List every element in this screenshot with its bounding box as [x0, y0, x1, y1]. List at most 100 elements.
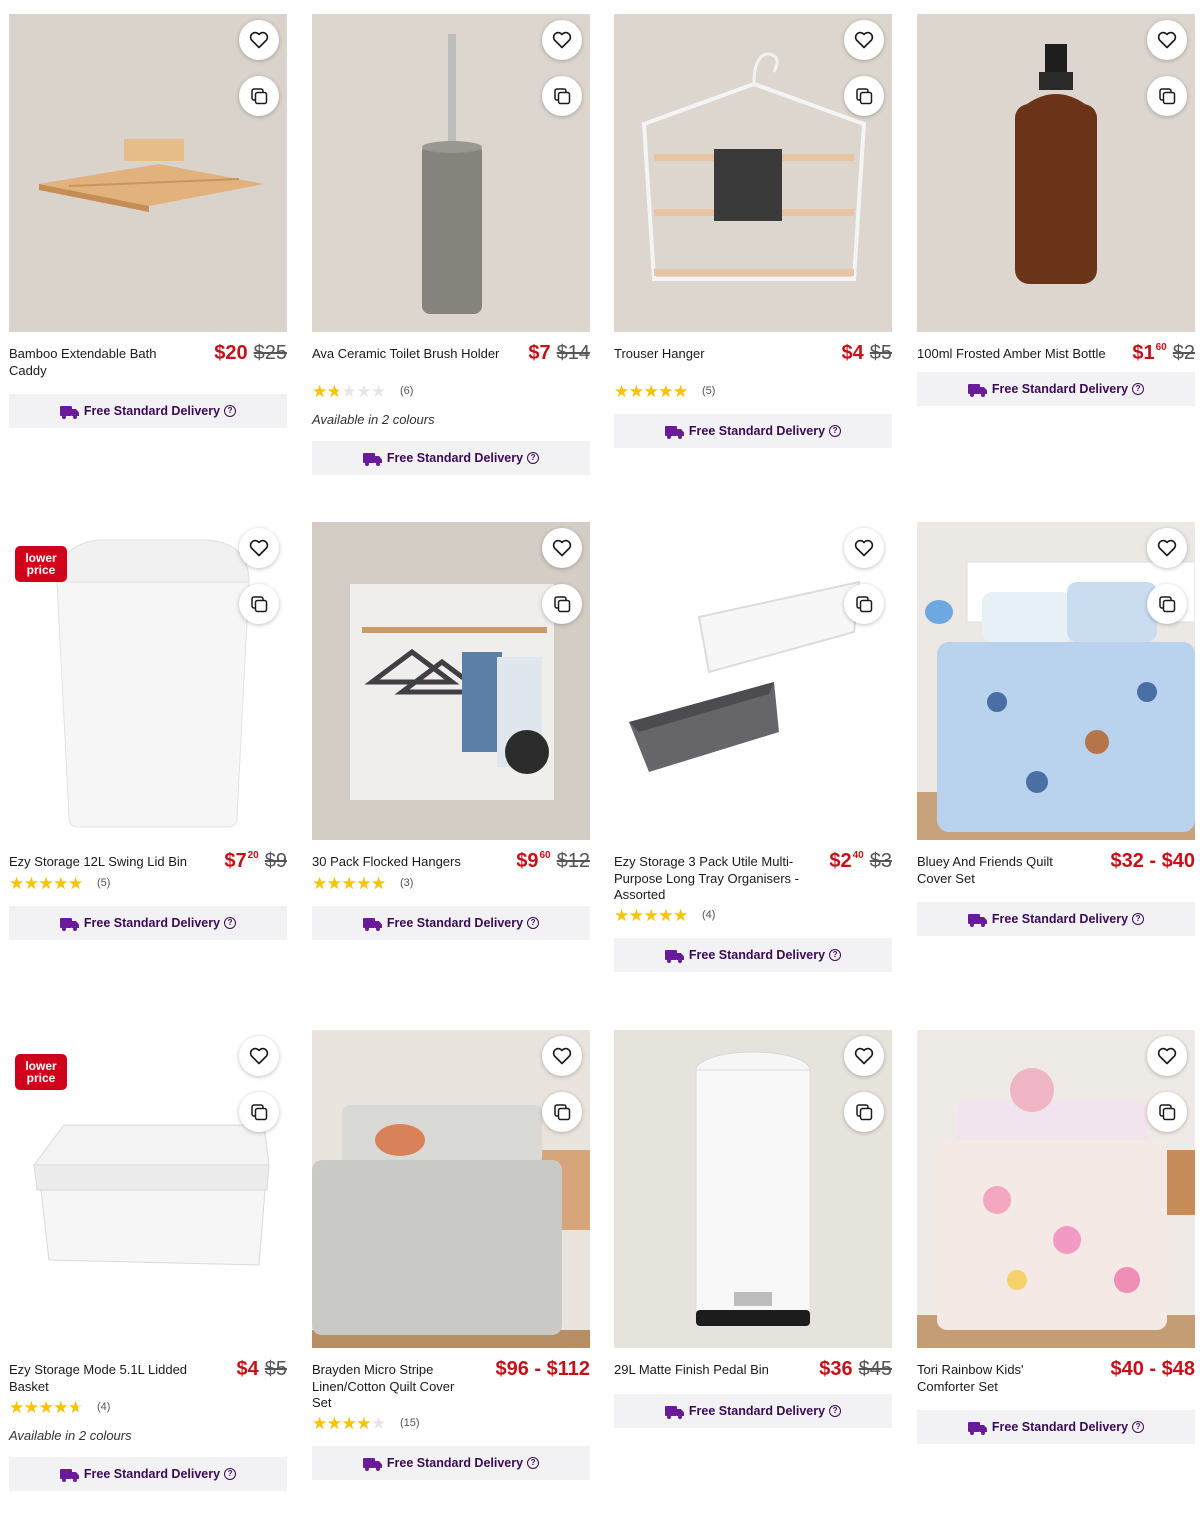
product-card[interactable]: 29L Matte Finish Pedal Bin $36 $45 Free S…	[614, 1030, 892, 1428]
delivery-truck-icon	[967, 1421, 987, 1435]
delivery-truck-icon	[664, 425, 684, 439]
compare-button[interactable]	[239, 584, 279, 624]
free-delivery-banner[interactable]: Free Standard Delivery ?	[614, 1394, 892, 1428]
help-icon[interactable]: ?	[1132, 1421, 1145, 1433]
free-delivery-banner[interactable]: Free Standard Delivery ?	[312, 1446, 590, 1480]
compare-button[interactable]	[1147, 584, 1187, 624]
product-card[interactable]: Brayden Micro Stripe Linen/Cotton Quilt …	[312, 1030, 590, 1480]
product-image[interactable]	[614, 1030, 892, 1348]
help-icon[interactable]: ?	[829, 949, 842, 961]
wishlist-button[interactable]	[239, 528, 279, 568]
compare-button[interactable]	[844, 1092, 884, 1132]
product-image[interactable]	[312, 14, 590, 332]
product-name[interactable]: Tori Rainbow Kids' Comforter Set	[917, 1362, 1067, 1395]
help-icon[interactable]: ?	[527, 1457, 540, 1469]
product-name[interactable]: Ezy Storage Mode 5.1L Lidded Basket	[9, 1362, 199, 1395]
compare-button[interactable]	[239, 1092, 279, 1132]
was-price: $2	[1172, 342, 1195, 364]
compare-button[interactable]	[1147, 1092, 1187, 1132]
help-icon[interactable]: ?	[829, 425, 842, 437]
wishlist-button[interactable]	[1147, 20, 1187, 60]
product-card[interactable]: Ezy Storage 3 Pack Utile Multi-Purpose L…	[614, 522, 892, 972]
free-delivery-banner[interactable]: Free Standard Delivery ?	[614, 938, 892, 972]
delivery-label: Free Standard Delivery	[83, 916, 221, 930]
free-delivery-banner[interactable]: Free Standard Delivery ?	[917, 902, 1195, 936]
heart-icon	[854, 31, 874, 49]
product-name[interactable]: Brayden Micro Stripe Linen/Cotton Quilt …	[312, 1362, 472, 1412]
help-icon[interactable]: ?	[224, 917, 237, 929]
wishlist-button[interactable]	[844, 20, 884, 60]
current-price: $40 - $48	[1110, 1358, 1195, 1380]
compare-icon	[251, 1104, 268, 1121]
product-image[interactable]	[917, 1030, 1195, 1348]
product-name[interactable]: 29L Matte Finish Pedal Bin	[614, 1362, 799, 1379]
product-name[interactable]: 30 Pack Flocked Hangers	[312, 854, 488, 871]
product-image[interactable]	[917, 14, 1195, 332]
compare-button[interactable]	[542, 76, 582, 116]
product-image[interactable]	[614, 522, 892, 840]
free-delivery-banner[interactable]: Free Standard Delivery ?	[614, 414, 892, 448]
wishlist-button[interactable]	[239, 1036, 279, 1076]
star-rating[interactable]: ★★★★★★★★★★ (15)	[312, 1414, 590, 1432]
product-name[interactable]: Ava Ceramic Toilet Brush Holder	[312, 346, 512, 363]
product-name[interactable]: Bamboo Extendable Bath Caddy	[9, 346, 185, 379]
wishlist-button[interactable]	[844, 1036, 884, 1076]
free-delivery-banner[interactable]: Free Standard Delivery ?	[9, 906, 287, 940]
wishlist-button[interactable]	[1147, 1036, 1187, 1076]
free-delivery-banner[interactable]: Free Standard Delivery ?	[917, 1410, 1195, 1444]
product-card[interactable]: lower price Ezy Storage 12L Swing Lid Bi…	[9, 522, 287, 940]
product-image[interactable]: lower price	[9, 522, 287, 840]
help-icon[interactable]: ?	[1132, 383, 1145, 395]
compare-button[interactable]	[542, 1092, 582, 1132]
product-name[interactable]: Trouser Hanger	[614, 346, 790, 363]
wishlist-button[interactable]	[239, 20, 279, 60]
compare-button[interactable]	[844, 584, 884, 624]
product-image[interactable]	[312, 1030, 590, 1348]
help-icon[interactable]: ?	[224, 405, 237, 417]
free-delivery-banner[interactable]: Free Standard Delivery ?	[312, 906, 590, 940]
help-icon[interactable]: ?	[527, 452, 540, 464]
compare-button[interactable]	[844, 76, 884, 116]
wishlist-button[interactable]	[844, 528, 884, 568]
product-image[interactable]	[614, 14, 892, 332]
help-icon[interactable]: ?	[224, 1468, 237, 1480]
product-image[interactable]	[917, 522, 1195, 840]
star-rating[interactable]: ★★★★★ ★★★★★ (4)	[9, 1398, 287, 1416]
product-card[interactable]: lower price Ezy Storage Mode 5.1L Lidded…	[9, 1030, 287, 1491]
star-rating[interactable]: ★★★★★ ★★★★★ (4)	[614, 906, 892, 924]
product-card[interactable]: Trouser Hanger $4 $5 ★★★★★ ★★★★★ (5) Free S…	[614, 14, 892, 448]
heart-icon	[1157, 1047, 1177, 1065]
product-card[interactable]: Ava Ceramic Toilet Brush Holder $7 $14 ★★…	[312, 14, 590, 475]
free-delivery-banner[interactable]: Free Standard Delivery ?	[9, 1457, 287, 1491]
help-icon[interactable]: ?	[829, 1405, 842, 1417]
star-rating[interactable]: ★★★★★ ★★★★★ (5)	[9, 874, 287, 892]
free-delivery-banner[interactable]: Free Standard Delivery ?	[9, 394, 287, 428]
product-card[interactable]: Bluey And Friends Quilt Cover Set $32 - …	[917, 522, 1195, 936]
product-name[interactable]: 100ml Frosted Amber Mist Bottle	[917, 346, 1117, 363]
stars: ★★★★★★★★★★	[9, 1397, 83, 1417]
free-delivery-banner[interactable]: Free Standard Delivery ?	[917, 372, 1195, 406]
compare-button[interactable]	[239, 76, 279, 116]
wishlist-button[interactable]	[542, 528, 582, 568]
compare-button[interactable]	[1147, 76, 1187, 116]
free-delivery-banner[interactable]: Free Standard Delivery ?	[312, 441, 590, 475]
product-name[interactable]: Ezy Storage 3 Pack Utile Multi-Purpose L…	[614, 854, 809, 904]
product-name[interactable]: Bluey And Friends Quilt Cover Set	[917, 854, 1067, 887]
compare-button[interactable]	[542, 584, 582, 624]
wishlist-button[interactable]	[542, 1036, 582, 1076]
star-rating[interactable]: ★★★★★ ★★★★★ (5)	[614, 382, 892, 400]
help-icon[interactable]: ?	[527, 917, 540, 929]
star-rating[interactable]: ★★★★★★★★★★ (6)	[312, 382, 590, 400]
product-card[interactable]: 30 Pack Flocked Hangers $960 $12 ★★★★★ ★★★…	[312, 522, 590, 940]
star-rating[interactable]: ★★★★★ ★★★★★ (3)	[312, 874, 590, 892]
product-card[interactable]: Tori Rainbow Kids' Comforter Set $40 - $…	[917, 1030, 1195, 1444]
product-image[interactable]	[9, 14, 287, 332]
product-image[interactable]: lower price	[9, 1030, 287, 1348]
product-name[interactable]: Ezy Storage 12L Swing Lid Bin	[9, 854, 199, 871]
product-image[interactable]	[312, 522, 590, 840]
product-card[interactable]: 100ml Frosted Amber Mist Bottle $160 $2 F…	[917, 14, 1195, 406]
wishlist-button[interactable]	[542, 20, 582, 60]
product-card[interactable]: Bamboo Extendable Bath Caddy $20 $25 Free…	[9, 14, 287, 428]
help-icon[interactable]: ?	[1132, 913, 1145, 925]
wishlist-button[interactable]	[1147, 528, 1187, 568]
